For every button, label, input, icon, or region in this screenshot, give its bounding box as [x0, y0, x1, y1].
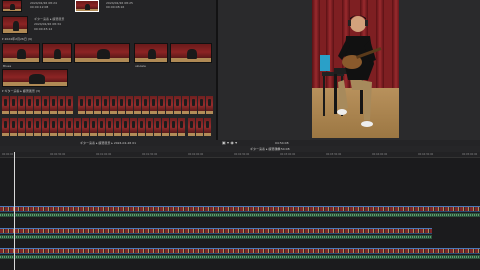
- clip-thumbnail[interactable]: [170, 43, 212, 63]
- clip-thumbnail[interactable]: [2, 69, 68, 87]
- ruler-tick: 00:04:00:00: [372, 153, 388, 156]
- ruler-tick: 00:01:00:00: [96, 153, 112, 156]
- clip-duration: 00:00:12:08: [30, 5, 49, 9]
- video-track-clip[interactable]: [0, 248, 480, 254]
- filmstrip[interactable]: [2, 118, 186, 136]
- ruler-tick: 00:04:30:00: [418, 153, 434, 156]
- filmstrip[interactable]: [78, 96, 214, 114]
- audio-track-clip[interactable]: [0, 213, 480, 217]
- filmstrip[interactable]: [2, 96, 74, 114]
- playhead[interactable]: [14, 152, 15, 270]
- folder-label: ギター演奏 ▸ 練習風景: [34, 17, 65, 21]
- clip-thumbnail[interactable]: [134, 43, 168, 63]
- clip-label: ukulele: [135, 64, 146, 68]
- ruler-tick: 00:02:30:00: [234, 153, 250, 156]
- section-header[interactable]: ▾ ギター演奏 ▸ 練習風景 (3): [2, 89, 40, 93]
- clip-thumbnail[interactable]: [42, 43, 72, 63]
- clip-duration: 00:00:08:16: [106, 5, 125, 9]
- video-track-clip[interactable]: [0, 206, 480, 212]
- clip-thumbnail[interactable]: [74, 43, 130, 63]
- clip-thumbnail[interactable]: [2, 43, 40, 63]
- clip-duration: 00:00:45:12: [34, 27, 53, 31]
- clip-thumbnail[interactable]: [2, 16, 28, 34]
- timeline[interactable]: ギター演奏 ▸ 練習風景 04:54:08 00:00:00 00:00:30:…: [0, 146, 480, 270]
- ruler-tick: 00:01:30:00: [142, 153, 158, 156]
- viewer: [310, 0, 480, 140]
- ruler-tick: 00:00:30:00: [50, 153, 66, 156]
- clip-label: Blues: [3, 64, 12, 68]
- event-browser: 2024/02/26 08:24 00:00:12:08 2024/02/26 …: [0, 0, 216, 140]
- ruler-tick: 00:00:00: [2, 153, 14, 156]
- timeline-ruler[interactable]: 00:00:00 00:00:30:00 00:01:00:00 00:01:3…: [0, 152, 480, 158]
- ruler-tick: 00:03:00:00: [280, 153, 296, 156]
- clip-thumbnail[interactable]: [2, 0, 22, 12]
- ruler-tick: 00:03:30:00: [326, 153, 342, 156]
- video-track-clip[interactable]: [0, 228, 432, 234]
- clip-date: 2024/02/26 08:34: [34, 22, 61, 26]
- inspector-panel: [218, 0, 310, 140]
- ruler-tick: 00:05:00:00: [462, 153, 478, 156]
- viewer-frame[interactable]: [312, 0, 399, 138]
- filmstrip[interactable]: [188, 118, 214, 136]
- ruler-tick: 00:02:00:00: [188, 153, 204, 156]
- audio-track-clip[interactable]: [0, 235, 432, 239]
- clip-thumbnail-selected[interactable]: [75, 0, 99, 12]
- audio-track-clip[interactable]: [0, 255, 480, 259]
- performer-figure: [320, 15, 382, 127]
- section-header[interactable]: ▾ 2024年2月26日 (9): [2, 37, 32, 41]
